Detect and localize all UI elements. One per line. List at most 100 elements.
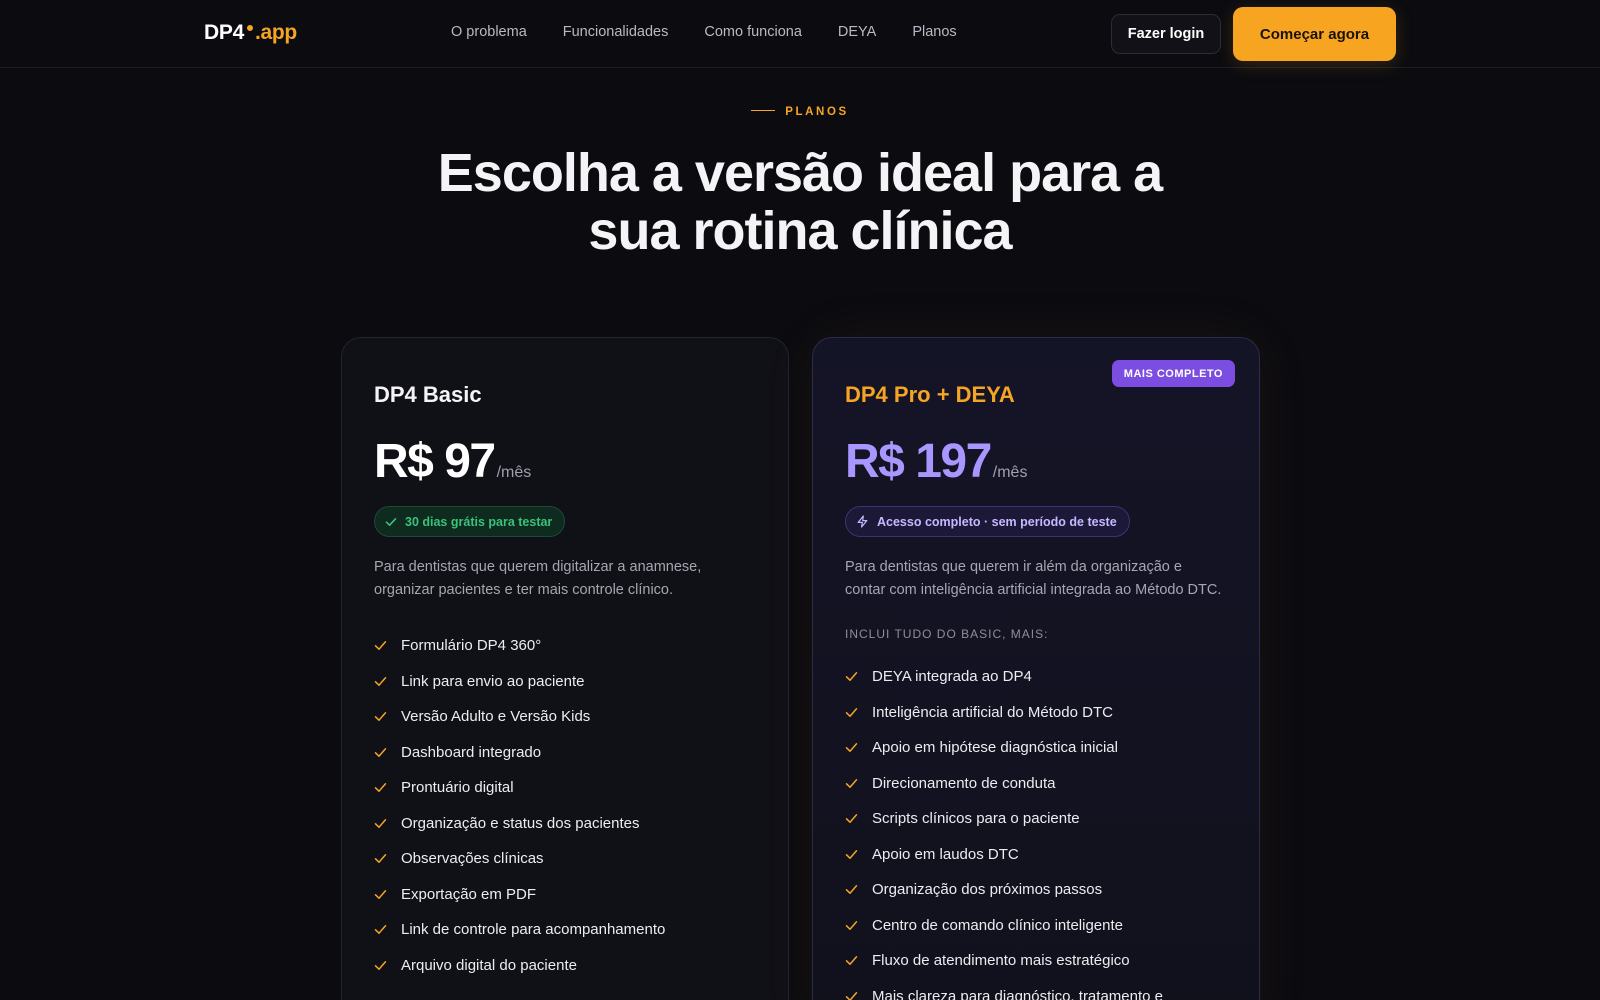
check-icon [385,517,397,526]
price-amount: R$ 197 [845,435,992,488]
feature-item: Observações clínicas [374,841,665,877]
check-icon [845,743,858,753]
check-icon [374,960,387,970]
logo-brand: DP4 [204,21,244,44]
nav-link-deya[interactable]: DEYA [838,24,876,40]
full-access-label: Acesso completo · sem período de teste [877,514,1117,529]
feature-list: Formulário DP4 360° Link para envio ao p… [374,628,665,983]
eyebrow-label: PLANOS [785,106,849,118]
check-icon [845,991,858,1000]
start-now-button[interactable]: Começar agora [1233,7,1396,61]
feature-item: Dashboard integrado [374,735,665,771]
feature-item: Centro de comando clínico inteligente [845,908,1163,944]
feature-label: Formulário DP4 360° [401,637,542,655]
most-complete-badge: MAIS COMPLETO [1111,360,1235,387]
feature-item: Formulário DP4 360° [374,628,665,664]
check-icon [845,778,858,788]
feature-label: Mais clareza para diagnóstico, tratament… [872,987,1163,1000]
feature-label: Apoio em laudos DTC [872,845,1019,863]
section-title: Escolha a versão ideal para a sua rotina… [0,144,1600,260]
check-icon [374,783,387,793]
feature-label: Dashboard integrado [401,743,542,761]
top-navigation-bar: DP4 .app O problema Funcionalidades Como… [0,0,1600,68]
feature-item: Direcionamento de conduta [845,766,1163,802]
feature-label: Apoio em hipótese diagnóstica inicial [872,739,1118,757]
feature-list: DEYA integrada ao DP4 Inteligência artif… [845,659,1163,1000]
check-icon [374,641,387,651]
logo-dot [246,25,253,31]
feature-item: Apoio em laudos DTC [845,837,1163,873]
feature-label: Exportação em PDF [401,885,537,903]
check-icon [374,889,387,899]
feature-label: Organização dos próximos passos [872,881,1103,899]
includes-label: INCLUI TUDO DO BASIC, MAIS: [845,627,1049,641]
feature-label: Organização e status dos pacientes [401,814,640,832]
feature-item: Exportação em PDF [374,877,665,913]
feature-item: Prontuário digital [374,770,665,806]
feature-label: Scripts clínicos para o paciente [872,810,1080,828]
feature-item: Scripts clínicos para o paciente [845,801,1163,837]
nav-link-problema[interactable]: O problema [451,24,527,40]
feature-item: Link para envio ao paciente [374,664,665,700]
feature-item: Link de controle para acompanhamento [374,912,665,948]
plan-price: R$ 197 /mês [845,434,1027,489]
check-icon [845,920,858,930]
section-title-line2: sua rotina clínica [588,201,1012,261]
plan-name: DP4 Pro + DEYA [845,382,1015,407]
feature-item: Organização e status dos pacientes [374,806,665,842]
check-icon [845,672,858,682]
feature-item: Versão Adulto e Versão Kids [374,699,665,735]
feature-item: Inteligência artificial do Método DTC [845,695,1163,731]
check-icon [845,956,858,966]
feature-label: Arquivo digital do paciente [401,956,577,974]
feature-item: Fluxo de atendimento mais estratégico [845,943,1163,979]
feature-label: Fluxo de atendimento mais estratégico [872,952,1130,970]
plan-description: Para dentistas que querem ir além da org… [845,559,1222,598]
plan-card-pro: MAIS COMPLETO DP4 Pro + DEYA R$ 197 /mês… [812,337,1260,1000]
check-icon [374,676,387,686]
check-icon [845,707,858,717]
check-icon [374,747,387,757]
check-icon [845,849,858,859]
section-eyebrow: PLANOS [0,106,1600,118]
nav-link-funcionalidades[interactable]: Funcionalidades [563,24,669,40]
full-access-badge: Acesso completo · sem período de teste [845,506,1130,537]
login-button[interactable]: Fazer login [1111,14,1221,54]
logo-tld: .app [254,21,297,44]
price-period: /mês [992,464,1028,481]
feature-label: Versão Adulto e Versão Kids [401,708,591,726]
free-trial-label: 30 dias grátis para testar [405,514,553,529]
free-trial-badge: 30 dias grátis para testar [374,506,566,537]
feature-label: DEYA integrada ao DP4 [872,668,1032,686]
plan-description: Para dentistas que querem digitalizar a … [374,559,702,598]
plan-card-basic: DP4 Basic R$ 97 /mês 30 dias grátis para… [341,337,789,1000]
feature-label: Centro de comando clínico inteligente [872,916,1123,934]
logo[interactable]: DP4 .app [204,21,297,45]
nav-link-como-funciona[interactable]: Como funciona [704,24,802,40]
feature-label: Direcionamento de conduta [872,774,1056,792]
main-nav: O problema Funcionalidades Como funciona… [451,24,957,40]
feature-item: Mais clareza para diagnóstico, tratament… [845,979,1163,1000]
lightning-icon [857,515,868,528]
feature-item: DEYA integrada ao DP4 [845,659,1163,695]
plan-price: R$ 97 /mês [374,434,531,489]
price-period: /mês [496,464,532,481]
price-amount: R$ 97 [374,435,496,488]
feature-label: Prontuário digital [401,779,514,797]
check-icon [845,885,858,895]
eyebrow-line [751,109,776,111]
check-icon [374,818,387,828]
nav-link-planos[interactable]: Planos [912,24,956,40]
plan-name: DP4 Basic [374,382,482,407]
check-icon [374,712,387,722]
check-icon [374,925,387,935]
feature-item: Apoio em hipótese diagnóstica inicial [845,730,1163,766]
feature-label: Link para envio ao paciente [401,672,585,690]
feature-item: Arquivo digital do paciente [374,948,665,984]
check-icon [845,814,858,824]
feature-label: Inteligência artificial do Método DTC [872,703,1113,721]
feature-label: Observações clínicas [401,850,544,868]
section-title-line1: Escolha a versão ideal para a [437,143,1163,203]
feature-item: Organização dos próximos passos [845,872,1163,908]
check-icon [374,854,387,864]
